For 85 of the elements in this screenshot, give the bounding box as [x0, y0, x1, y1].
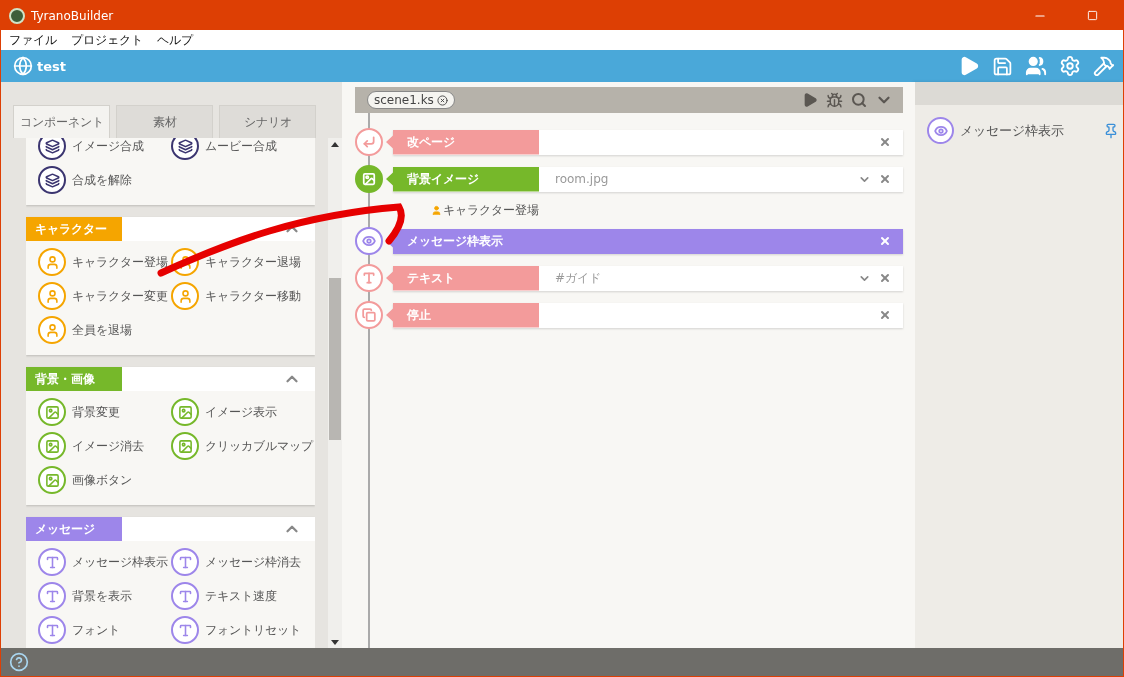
component-label[interactable]: イメージ表示	[205, 404, 277, 420]
text-icon[interactable]	[38, 548, 66, 576]
scrollbar[interactable]	[328, 138, 342, 648]
tag-label: テキスト	[386, 265, 539, 291]
scroll-thumb[interactable]	[329, 278, 341, 440]
file-tab[interactable]: scene1.ks	[367, 91, 455, 109]
tag-label: 停止	[386, 302, 539, 328]
close-icon[interactable]	[879, 271, 891, 284]
text-icon[interactable]	[171, 582, 199, 610]
scroll-up-icon[interactable]	[331, 141, 339, 147]
panel-tab[interactable]: コンポーネント	[13, 105, 110, 138]
maximize-icon[interactable]	[1086, 10, 1098, 21]
image-icon[interactable]	[171, 432, 199, 460]
save-icon[interactable]	[992, 55, 1013, 77]
play-icon[interactable]	[802, 92, 818, 108]
scroll-down-icon[interactable]	[331, 639, 339, 645]
section-title: キャラクター	[26, 217, 122, 241]
window-title: TyranoBuilder	[31, 8, 114, 23]
image-icon	[355, 165, 383, 193]
help-icon[interactable]	[9, 652, 29, 672]
child-item[interactable]: キャラクター登場	[431, 202, 539, 218]
person-icon	[431, 204, 442, 216]
component-label[interactable]: イメージ消去	[72, 438, 144, 454]
component-label[interactable]: 背景を表示	[72, 588, 132, 604]
close-icon[interactable]	[879, 309, 891, 321]
child-label: キャラクター登場	[443, 201, 539, 219]
section-title: 背景・画像	[26, 367, 122, 391]
app-logo-icon	[9, 7, 25, 24]
component-label[interactable]: テキスト速度	[205, 588, 277, 604]
component-label[interactable]: メッセージ枠表示	[72, 554, 168, 570]
close-icon[interactable]	[436, 94, 448, 106]
menu-item[interactable]: ヘルプ	[157, 31, 193, 49]
panel-tab[interactable]: 素材	[116, 105, 213, 138]
text-icon[interactable]	[171, 548, 199, 576]
layers-icon[interactable]	[38, 166, 66, 194]
image-icon[interactable]	[38, 432, 66, 460]
tag-label: 背景イメージ	[386, 166, 539, 192]
component-label[interactable]: キャラクター移動	[205, 288, 301, 304]
image-icon[interactable]	[38, 466, 66, 494]
component-label[interactable]: 背景変更	[72, 404, 120, 420]
text-icon[interactable]	[38, 582, 66, 610]
menu-item[interactable]: ファイル	[9, 31, 57, 49]
project-name: test	[37, 58, 66, 74]
component-label[interactable]: ムービー合成	[205, 138, 277, 154]
person-icon[interactable]	[38, 316, 66, 344]
image-icon[interactable]	[171, 398, 199, 426]
users-icon[interactable]	[1025, 55, 1047, 77]
component-label[interactable]: フォント	[72, 622, 120, 638]
search-icon[interactable]	[851, 92, 867, 108]
section-title: メッセージ	[26, 517, 122, 541]
hammer-icon[interactable]	[1093, 55, 1115, 77]
windows-icon	[355, 301, 383, 329]
panel-tab[interactable]: シナリオ	[219, 105, 316, 138]
component-label[interactable]: キャラクター登場	[72, 254, 168, 270]
layers-icon[interactable]	[38, 138, 66, 160]
close-icon[interactable]	[879, 172, 891, 185]
text-icon[interactable]	[171, 616, 199, 644]
component-label[interactable]: キャラクター退場	[205, 254, 301, 270]
property-title: メッセージ枠表示	[960, 121, 1064, 140]
layers-icon[interactable]	[171, 138, 199, 160]
eye-icon	[927, 117, 954, 144]
close-icon[interactable]	[879, 136, 891, 148]
text-icon	[355, 264, 383, 292]
component-label[interactable]: イメージ合成	[72, 138, 144, 154]
menu-item[interactable]: プロジェクト	[71, 31, 143, 49]
tag-label: 改ページ	[386, 129, 539, 155]
person-icon[interactable]	[38, 248, 66, 276]
component-label[interactable]: メッセージ枠消去	[205, 554, 301, 570]
component-label[interactable]: フォントリセット	[205, 622, 301, 638]
person-icon[interactable]	[171, 282, 199, 310]
component-label[interactable]: キャラクター変更	[72, 288, 168, 304]
eye-icon	[355, 227, 383, 255]
settings-icon[interactable]	[1059, 55, 1081, 77]
component-label[interactable]: クリッカブルマップ	[205, 438, 313, 454]
text-icon[interactable]	[38, 616, 66, 644]
globe-icon	[13, 56, 33, 76]
image-icon[interactable]	[38, 398, 66, 426]
component-label[interactable]: 合成を解除	[72, 172, 132, 188]
component-label[interactable]: 全員を退場	[72, 322, 132, 338]
pin-icon[interactable]	[1103, 122, 1119, 139]
component-label[interactable]: 画像ボタン	[72, 472, 132, 488]
bug-icon[interactable]	[826, 91, 843, 109]
return-icon	[355, 128, 383, 156]
close-icon[interactable]	[879, 235, 891, 247]
person-icon[interactable]	[38, 282, 66, 310]
